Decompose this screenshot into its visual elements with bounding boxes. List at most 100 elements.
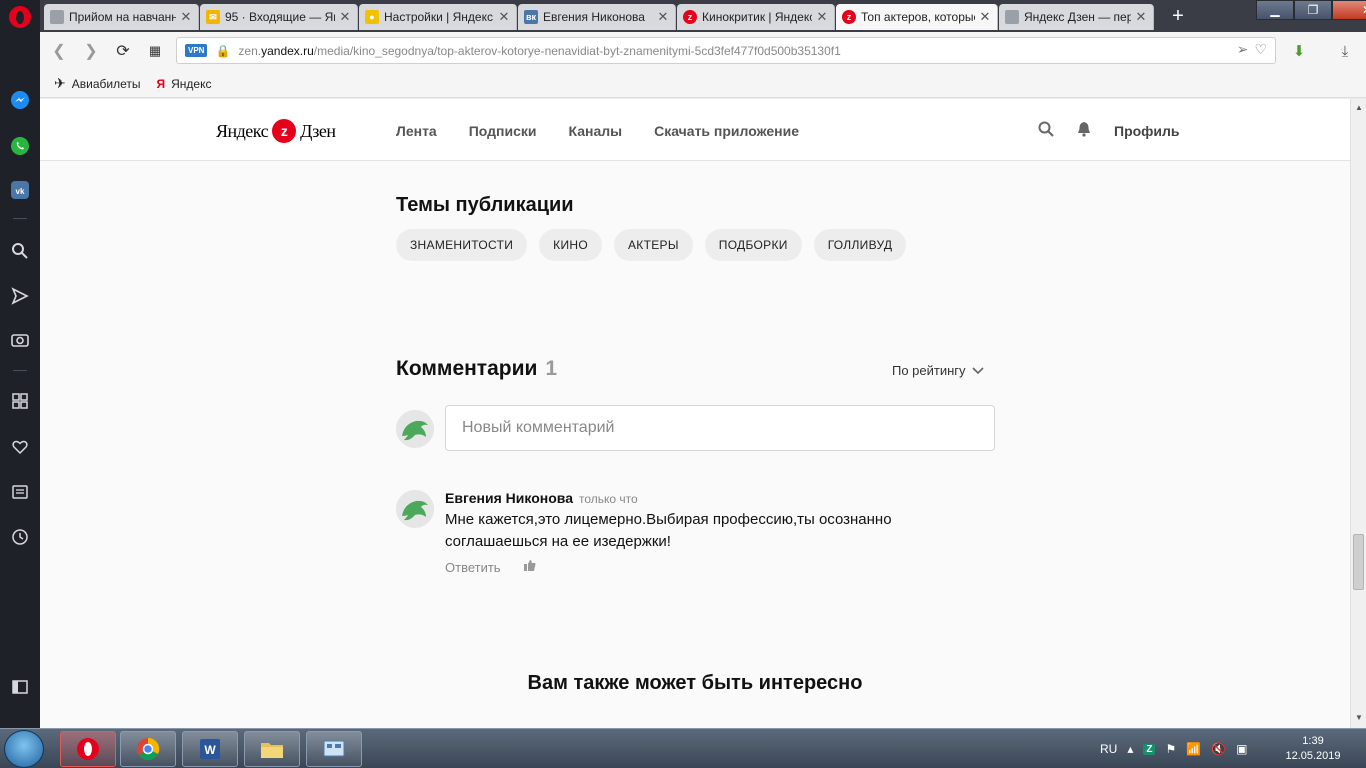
nav-subscriptions[interactable]: Подписки xyxy=(469,123,537,139)
bell-icon[interactable] xyxy=(1076,121,1092,140)
new-comment-input[interactable] xyxy=(445,405,995,451)
messenger-icon[interactable] xyxy=(9,89,31,111)
scroll-up-icon[interactable]: ▲ xyxy=(1355,103,1363,112)
sort-dropdown[interactable]: По рейтингу xyxy=(892,363,984,378)
bookmark-item[interactable]: Я Яндекс xyxy=(156,77,211,91)
back-button[interactable]: ❮ xyxy=(48,40,70,62)
clock[interactable]: 1:39 12.05.2019 xyxy=(1280,734,1346,764)
nav-feed[interactable]: Лента xyxy=(396,123,437,139)
topics-title: Темы публикации xyxy=(396,194,574,216)
opera-menu-button[interactable] xyxy=(9,6,31,28)
nav-channels[interactable]: Каналы xyxy=(569,123,623,139)
address-bar[interactable]: VPN 🔒 zen. yandex.ru /media/kino_segodny… xyxy=(176,37,1276,64)
send-icon[interactable] xyxy=(9,285,31,307)
zen-logo-icon: z xyxy=(272,119,297,143)
comment-header: Евгения Никонова только что xyxy=(445,490,638,506)
zen-icon: z xyxy=(683,10,697,24)
tray-arrow-icon[interactable]: ▴ xyxy=(1127,742,1133,756)
vpn-badge[interactable]: VPN xyxy=(185,44,208,57)
topic-chip[interactable]: ГОЛЛИВУД xyxy=(813,229,907,261)
navigation-bar: ❮ ❯ ⟳ ▦ VPN 🔒 zen. yandex.ru /media/kino… xyxy=(40,32,1366,70)
windows-taskbar: W RU ▴ Z ⚑ 📶 🔇 ▣ 1:39 12.05.2019 xyxy=(0,728,1366,768)
close-icon[interactable]: ✕ xyxy=(498,9,510,25)
close-icon[interactable]: ✕ xyxy=(979,9,991,25)
heart-icon[interactable]: ♡ xyxy=(1254,41,1267,58)
lock-icon[interactable]: 🔒 xyxy=(215,44,230,58)
heart-icon[interactable] xyxy=(9,436,31,458)
avatar[interactable] xyxy=(396,490,434,528)
taskbar-opera[interactable] xyxy=(60,731,116,767)
chevron-down-icon xyxy=(971,363,984,378)
comment-author[interactable]: Евгения Никонова xyxy=(445,490,573,506)
opera-sidebar: vk xyxy=(0,0,40,728)
start-button[interactable] xyxy=(4,730,44,768)
history-icon[interactable] xyxy=(9,526,31,548)
sidebar-separator xyxy=(13,370,27,371)
tab-title: Яндекс Дзен — персональные xyxy=(1024,10,1131,24)
tab-item[interactable]: вк Евгения Никонова ✕ xyxy=(518,4,676,30)
close-icon[interactable]: ✕ xyxy=(657,9,669,25)
whatsapp-icon[interactable] xyxy=(9,135,31,157)
downloads-icon[interactable]: ⤓ xyxy=(1334,40,1356,62)
tab-item[interactable]: Прийом на навчання ✕ xyxy=(44,4,199,30)
taskbar-chrome[interactable] xyxy=(120,731,176,767)
news-icon[interactable] xyxy=(9,481,31,503)
topic-chip[interactable]: АКТЕРЫ xyxy=(614,229,693,261)
extension-download-icon[interactable]: ⬇ xyxy=(1288,40,1310,62)
forward-button[interactable]: ❯ xyxy=(80,40,102,62)
camera-icon[interactable] xyxy=(9,329,31,351)
sidebar-toggle-icon[interactable] xyxy=(9,676,31,698)
search-icon[interactable] xyxy=(1038,121,1054,140)
tab-item-active[interactable]: z Топ актеров, которые ✕ xyxy=(836,4,998,30)
language-indicator[interactable]: RU xyxy=(1100,742,1117,756)
volume-icon[interactable]: 🔇 xyxy=(1211,742,1226,756)
tab-item[interactable]: ● Настройки | Яндекс ✕ xyxy=(359,4,517,30)
taskbar-control-panel[interactable] xyxy=(306,731,362,767)
plane-icon: ✈ xyxy=(54,75,66,91)
topic-chip[interactable]: КИНО xyxy=(539,229,602,261)
reply-button[interactable]: Ответить xyxy=(445,560,501,575)
settings-lock-icon: ● xyxy=(365,10,379,24)
taskbar-explorer[interactable] xyxy=(244,731,300,767)
send-icon[interactable]: ➢ xyxy=(1237,41,1249,58)
restore-button[interactable]: ❐ xyxy=(1294,0,1332,20)
tab-item[interactable]: z Кинокритик | Яндекс Дзен ✕ xyxy=(677,4,835,30)
close-window-button[interactable]: ✕ xyxy=(1332,0,1366,20)
minimize-button[interactable]: ▁ xyxy=(1256,0,1294,20)
tab-item[interactable]: Яндекс Дзен — персональные ✕ xyxy=(999,4,1154,30)
taskbar-word[interactable]: W xyxy=(182,731,238,767)
speed-dial-icon[interactable] xyxy=(9,390,31,412)
nav-download-app[interactable]: Скачать приложение xyxy=(654,123,799,139)
zona-icon[interactable]: Z xyxy=(1143,743,1156,755)
tab-grid-icon[interactable]: ▦ xyxy=(144,40,166,62)
vk-icon[interactable]: vk xyxy=(9,179,31,201)
profile-link[interactable]: Профиль xyxy=(1114,123,1180,139)
zen-header: Яндекс z Дзен Лента Подписки Каналы Скач… xyxy=(40,99,1350,161)
topic-chip[interactable]: ПОДБОРКИ xyxy=(704,229,802,261)
screen: vk Прийом на навчання ✕ ✉ 95 · Входящие … xyxy=(0,0,1366,768)
tab-item[interactable]: ✉ 95 · Входящие — Яндекс.Почта ✕ xyxy=(200,4,358,30)
url-host: yandex.ru xyxy=(261,43,314,58)
close-icon[interactable]: ✕ xyxy=(816,9,828,25)
topic-chip[interactable]: ЗНАМЕНИТОСТИ xyxy=(396,229,528,261)
new-tab-button[interactable]: + xyxy=(1167,5,1189,27)
search-icon[interactable] xyxy=(9,240,31,262)
network-icon[interactable]: 📶 xyxy=(1186,742,1201,756)
close-icon[interactable]: ✕ xyxy=(1135,9,1147,25)
close-icon[interactable]: ✕ xyxy=(339,9,351,25)
sort-label: По рейтингу xyxy=(892,363,966,378)
flag-icon[interactable]: ⚑ xyxy=(1165,742,1176,756)
close-icon[interactable]: ✕ xyxy=(180,9,192,25)
page-scrollbar[interactable]: ▲ ▼ xyxy=(1350,99,1366,728)
display-icon[interactable]: ▣ xyxy=(1236,742,1247,756)
page-icon xyxy=(50,10,64,24)
tab-title: Настройки | Яндекс xyxy=(384,10,493,24)
scroll-thumb[interactable] xyxy=(1353,534,1364,590)
thumbs-up-icon[interactable] xyxy=(523,559,536,575)
topic-chips: ЗНАМЕНИТОСТИ КИНО АКТЕРЫ ПОДБОРКИ ГОЛЛИВ… xyxy=(396,229,907,261)
reload-icon[interactable]: ⟳ xyxy=(112,40,134,62)
bookmark-item[interactable]: ✈ Авиабилеты xyxy=(54,75,140,92)
zen-logo[interactable]: Яндекс z Дзен xyxy=(216,119,336,143)
scroll-down-icon[interactable]: ▼ xyxy=(1355,713,1363,722)
url-subdomain: zen. xyxy=(238,43,262,58)
